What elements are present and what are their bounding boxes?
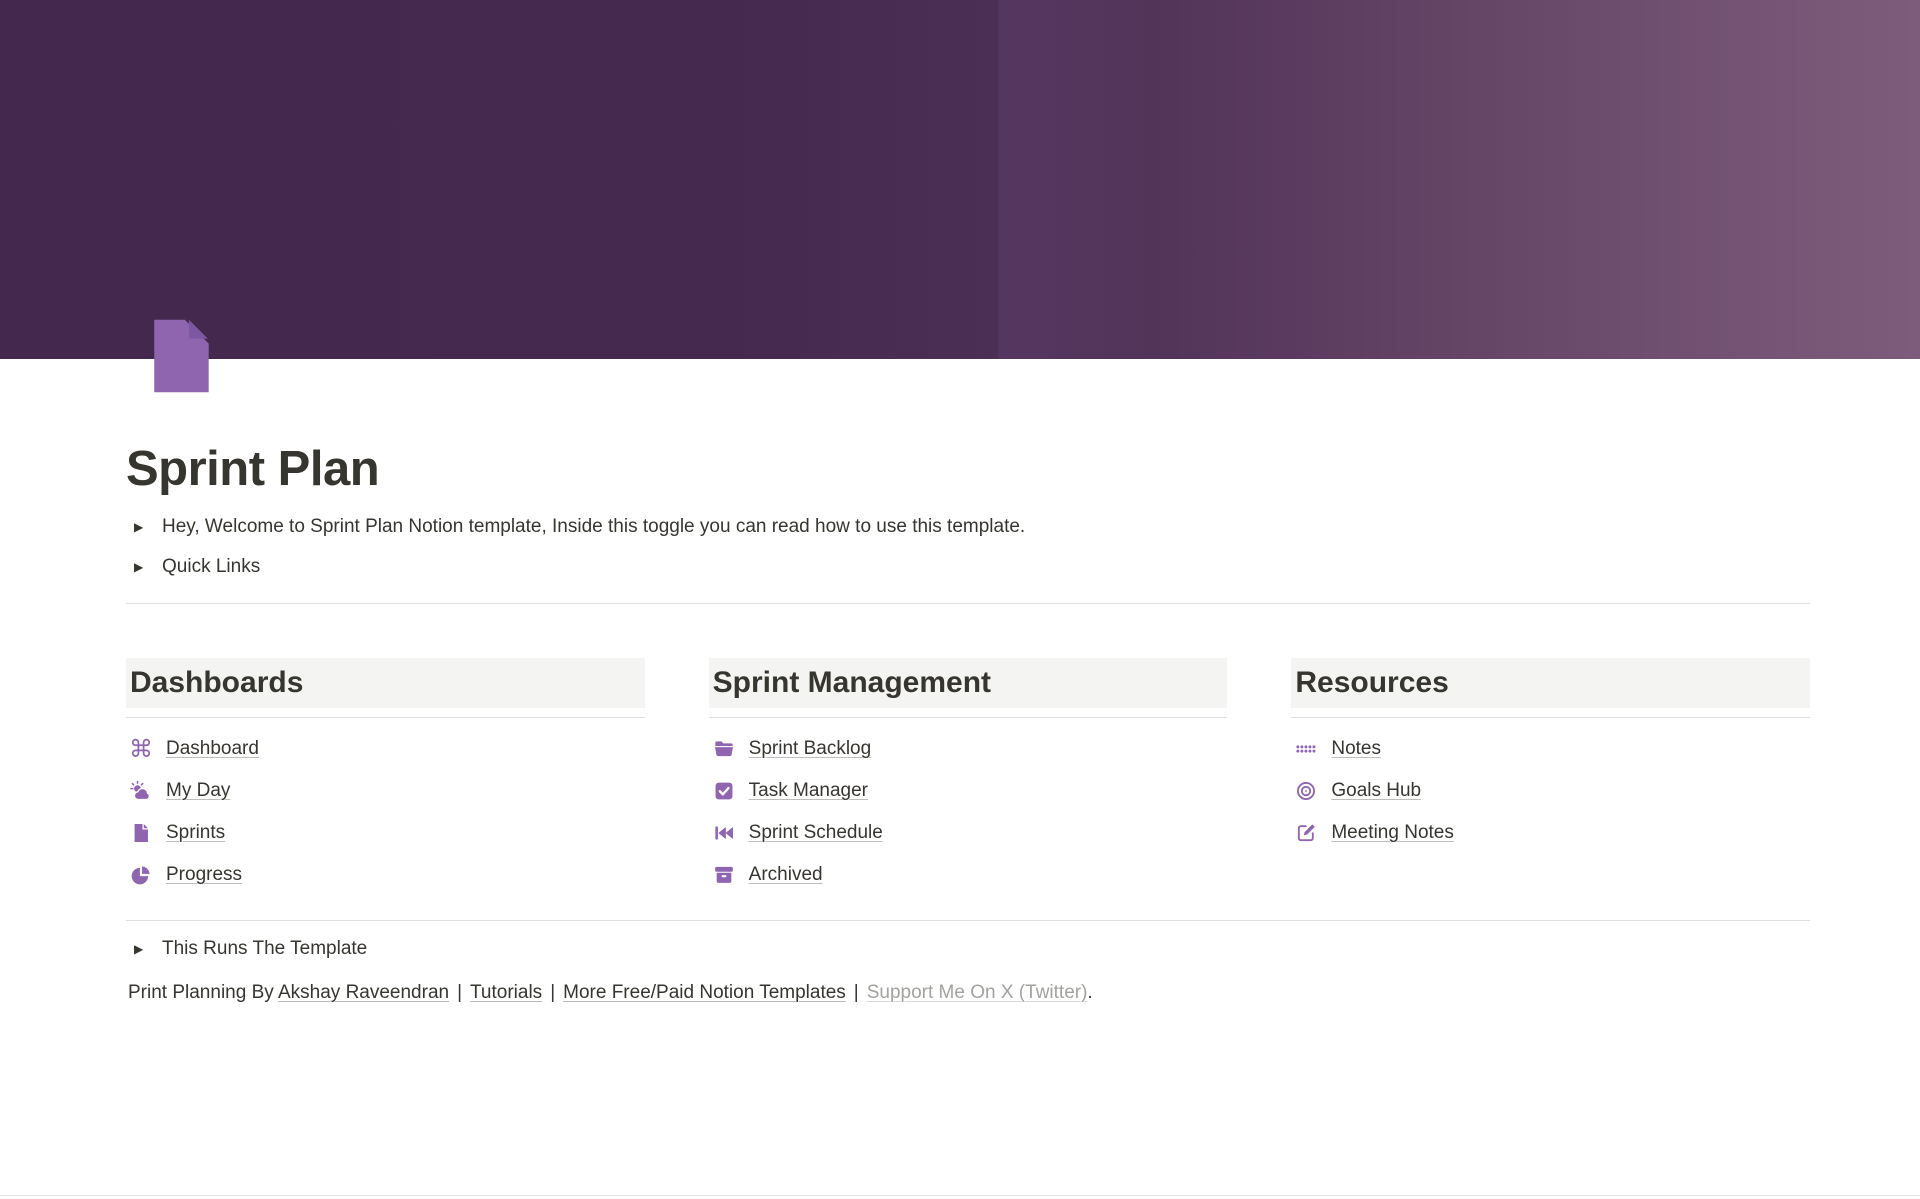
- footer-separator: |: [854, 982, 859, 1003]
- page-link-sprint-schedule[interactable]: Sprint Schedule: [709, 812, 1228, 854]
- page-link-task-manager[interactable]: Task Manager: [709, 770, 1228, 812]
- toggle-triangle-icon[interactable]: ▶: [134, 514, 162, 540]
- toggle-runs-template-label: This Runs The Template: [162, 936, 367, 962]
- page-link-label: Progress: [166, 862, 242, 888]
- page-link-label: Meeting Notes: [1331, 820, 1454, 846]
- folder-icon: [711, 736, 737, 762]
- toggle-runs-template[interactable]: ▶ This Runs The Template: [126, 929, 1810, 969]
- page-link-label: Goals Hub: [1331, 778, 1421, 804]
- page-link-my-day[interactable]: My Day: [126, 770, 645, 812]
- page-link-sprints[interactable]: Sprints: [126, 812, 645, 854]
- column-header: Dashboards: [126, 658, 645, 708]
- page-link-sprint-backlog[interactable]: Sprint Backlog: [709, 728, 1228, 770]
- toggle-blocks-bottom: ▶ This Runs The Template: [126, 929, 1810, 969]
- page-link-progress[interactable]: Progress: [126, 854, 645, 896]
- column-header-label: Sprint Management: [713, 664, 1220, 702]
- toggle-triangle-icon[interactable]: ▶: [134, 554, 162, 580]
- column-header: Resources: [1291, 658, 1810, 708]
- page-link-label: Sprints: [166, 820, 225, 846]
- page-link-label: Sprint Schedule: [749, 820, 883, 846]
- toggle-blocks: ▶ Hey, Welcome to Sprint Plan Notion tem…: [126, 507, 1810, 587]
- page-document-icon[interactable]: [146, 318, 212, 394]
- archive-icon: [711, 862, 737, 888]
- link-columns: Dashboards ⌘ Dashboard: [126, 658, 1810, 896]
- page-link-dashboard[interactable]: ⌘ Dashboard: [126, 728, 645, 770]
- toggle-welcome-label: Hey, Welcome to Sprint Plan Notion templ…: [162, 514, 1025, 540]
- link-list: Sprint Backlog Task Manager: [709, 728, 1228, 896]
- page-title[interactable]: Sprint Plan: [126, 440, 1810, 499]
- sun-cloud-icon: [128, 778, 154, 804]
- page-cover[interactable]: [0, 0, 1920, 359]
- footer-link-twitter[interactable]: Support Me On X (Twitter): [867, 982, 1088, 1003]
- toggle-welcome[interactable]: ▶ Hey, Welcome to Sprint Plan Notion tem…: [126, 507, 1810, 547]
- command-icon: ⌘: [128, 736, 154, 762]
- page-content: Sprint Plan ▶ Hey, Welcome to Sprint Pla…: [0, 318, 1920, 1006]
- column-header-rule: [126, 717, 645, 718]
- toggle-triangle-icon[interactable]: ▶: [134, 936, 162, 962]
- column-header: Sprint Management: [709, 658, 1228, 708]
- toggle-quick-links[interactable]: ▶ Quick Links: [126, 547, 1810, 587]
- keyboard-icon: [1293, 736, 1319, 762]
- divider: [126, 920, 1810, 921]
- document-icon: [128, 820, 154, 846]
- divider: [126, 603, 1810, 604]
- footer-link-author[interactable]: Akshay Raveendran: [278, 982, 449, 1003]
- window-bottom-edge: [0, 1195, 1920, 1196]
- page-link-label: Dashboard: [166, 736, 259, 762]
- page-link-label: Archived: [749, 862, 823, 888]
- column-header-rule: [709, 717, 1228, 718]
- page-link-notes[interactable]: Notes: [1291, 728, 1810, 770]
- column-header-rule: [1291, 717, 1810, 718]
- page-link-archived[interactable]: Archived: [709, 854, 1228, 896]
- page-link-meeting-notes[interactable]: Meeting Notes: [1291, 812, 1810, 854]
- link-list: ⌘ Dashboard: [126, 728, 645, 896]
- footer-separator: |: [550, 982, 555, 1003]
- column-sprint-management: Sprint Management Sprint Backlog: [709, 658, 1228, 896]
- target-icon: [1293, 778, 1319, 804]
- page-link-label: Notes: [1331, 736, 1381, 762]
- footer-text-prefix: Print Planning By: [128, 982, 278, 1003]
- compose-icon: [1293, 820, 1319, 846]
- footer-link-more-templates[interactable]: More Free/Paid Notion Templates: [563, 982, 846, 1003]
- page-link-label: Sprint Backlog: [749, 736, 872, 762]
- link-list: Notes Goals Hub: [1291, 728, 1810, 854]
- column-dashboards: Dashboards ⌘ Dashboard: [126, 658, 645, 896]
- footer-text-suffix: .: [1087, 982, 1092, 1003]
- notion-page: Sprint Plan ▶ Hey, Welcome to Sprint Pla…: [0, 0, 1920, 1006]
- page-link-label: My Day: [166, 778, 230, 804]
- page-link-goals-hub[interactable]: Goals Hub: [1291, 770, 1810, 812]
- footer-link-tutorials[interactable]: Tutorials: [470, 982, 542, 1003]
- footer-credits: Print Planning By Akshay Raveendran | Tuto…: [126, 979, 1810, 1006]
- pie-chart-icon: [128, 862, 154, 888]
- column-header-label: Resources: [1295, 664, 1802, 702]
- rewind-icon: [711, 820, 737, 846]
- checkbox-icon: [711, 778, 737, 804]
- footer-separator: |: [457, 982, 462, 1003]
- column-header-label: Dashboards: [130, 664, 637, 702]
- toggle-quick-links-label: Quick Links: [162, 554, 260, 580]
- page-link-label: Task Manager: [749, 778, 868, 804]
- column-resources: Resources Notes: [1291, 658, 1810, 896]
